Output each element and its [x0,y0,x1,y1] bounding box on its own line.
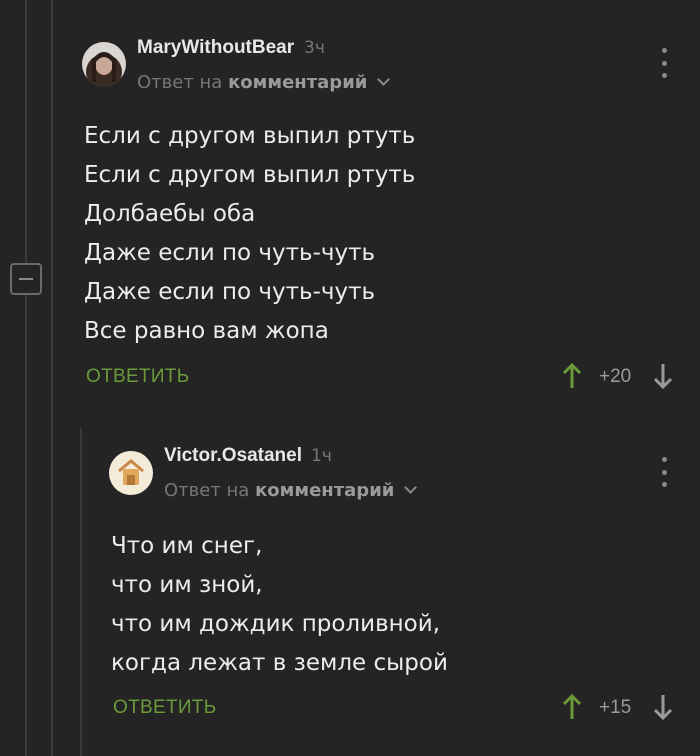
downvote-icon[interactable] [653,693,673,721]
comment-line: когда лежат в земле сырой [111,650,448,676]
avatar[interactable] [109,451,153,495]
comment-menu-button[interactable] [658,457,670,487]
score: +15 [599,697,632,718]
avatar-image [109,451,153,495]
menu-dot [661,482,667,487]
reply-prefix: Ответ на [164,480,250,501]
reply-to-line[interactable]: Ответ на комментарий [164,480,418,501]
username[interactable]: Victor.Osatanel [164,445,302,467]
upvote-icon[interactable] [562,693,582,721]
comment-line: Что им снег, [111,533,263,559]
comment-line: что им зной, [111,572,263,598]
menu-dot [661,469,667,475]
comment-body: Что им снег, что им зной, что им дождик … [111,527,448,683]
reply-button[interactable]: ОТВЕТИТЬ [113,697,216,719]
comment-reply: Victor.Osatanel 1ч Ответ на комментарий … [0,0,700,756]
comments-thread: MaryWithoutBear 3ч Ответ на комментарий … [0,0,700,756]
menu-dot [661,457,667,462]
comment-line: что им дождик проливной, [111,611,441,637]
chevron-down-icon[interactable] [404,481,418,494]
timestamp: 1ч [311,446,332,466]
reply-target-link[interactable]: комментарий [255,480,394,501]
